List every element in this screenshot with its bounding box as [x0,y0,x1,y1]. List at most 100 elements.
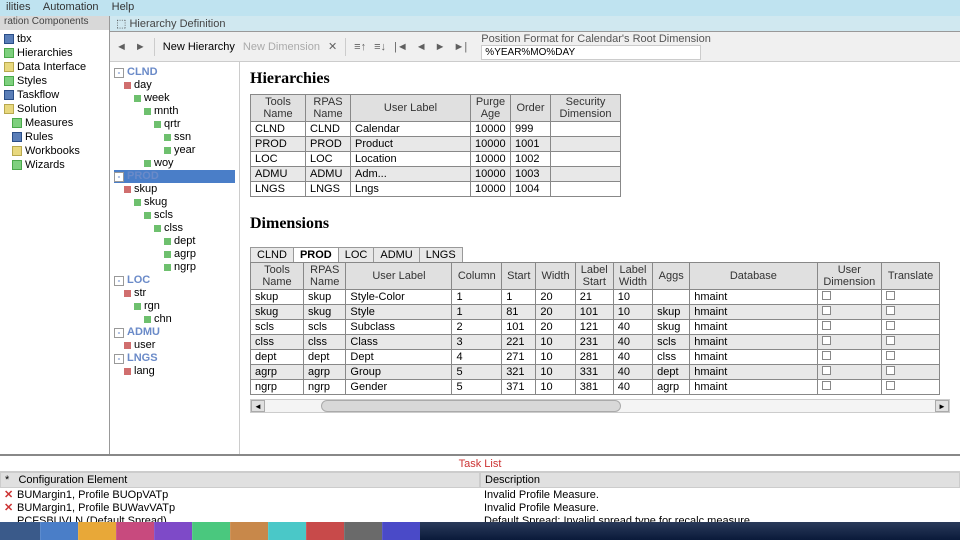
col-header[interactable]: Width [536,263,575,290]
tree-node-str[interactable]: str [114,287,235,300]
taskbar-app-10[interactable] [382,522,420,540]
nav-item-wizards[interactable]: Wizards [4,158,105,172]
next-icon[interactable]: ► [435,41,446,53]
col-header[interactable]: User Label [346,263,452,290]
taskbar-app-2[interactable] [78,522,116,540]
delete-icon[interactable]: ✕ [328,40,337,53]
tree-node-user[interactable]: user [114,339,235,352]
horizontal-scrollbar[interactable]: ◄ ► [250,399,950,413]
hierarchies-table[interactable]: Tools NameRPAS NameUser LabelPurge AgeOr… [250,94,621,197]
tree-node-mnth[interactable]: mnth [114,105,235,118]
tree-node-agrp[interactable]: agrp [114,248,235,261]
posfmt-input[interactable] [481,45,701,60]
tab-loc[interactable]: LOC [338,247,375,262]
tree-node-woy[interactable]: woy [114,157,235,170]
checkbox[interactable] [822,336,831,345]
tree-node-ngrp[interactable]: ngrp [114,261,235,274]
table-row[interactable]: skupskupStyle-Color11202110hmaint [251,290,940,305]
col-header[interactable]: Start [502,263,536,290]
col-header[interactable]: Database [690,263,817,290]
col-header[interactable]: Order [511,95,551,122]
back-icon[interactable]: ◄ [116,41,127,53]
checkbox[interactable] [822,366,831,375]
tree-node-clss[interactable]: clss [114,222,235,235]
nav-item-solution[interactable]: Solution [4,102,105,116]
nav-item-rules[interactable]: Rules [4,130,105,144]
scroll-right-icon[interactable]: ► [935,400,949,412]
checkbox[interactable] [886,291,895,300]
tree-node-chn[interactable]: chn [114,313,235,326]
tree-node-rgn[interactable]: rgn [114,300,235,313]
nav-item-taskflow[interactable]: Taskflow [4,88,105,102]
dimensions-table[interactable]: Tools NameRPAS NameUser LabelColumnStart… [250,262,940,395]
os-taskbar[interactable] [0,522,960,540]
checkbox[interactable] [822,306,831,315]
new-hierarchy-button[interactable]: New Hierarchy [163,41,235,53]
tab-hierarchy-definition[interactable]: ⬚ Hierarchy Definition [116,18,225,30]
col-header[interactable]: Security Dimension [551,95,621,122]
taskbar-app-4[interactable] [154,522,192,540]
taskbar-app-9[interactable] [344,522,382,540]
menu-automation[interactable]: Automation [43,1,99,13]
menu-utilities[interactable]: ilities [6,1,30,13]
task-row[interactable]: ✕BUMargin1, Profile BUOpVATp [0,488,480,501]
taskbar-app-7[interactable] [268,522,306,540]
tree-node-day[interactable]: day [114,79,235,92]
table-row[interactable]: PRODPRODProduct100001001 [251,137,621,152]
taskbar-app-5[interactable] [192,522,230,540]
nav-item-tbx[interactable]: tbx [4,32,105,46]
tree-node-lngs[interactable]: -LNGS [114,352,235,365]
checkbox[interactable] [822,291,831,300]
checkbox[interactable] [886,321,895,330]
col-header[interactable]: Label Width [613,263,652,290]
table-row[interactable]: LOCLOCLocation100001002 [251,152,621,167]
tree-node-admu[interactable]: -ADMU [114,326,235,339]
start-button[interactable] [0,522,40,540]
checkbox[interactable] [886,336,895,345]
menu-help[interactable]: Help [112,1,135,13]
col-header[interactable]: RPAS Name [304,263,346,290]
table-row[interactable]: sclssclsSubclass21012012140skughmaint [251,320,940,335]
scroll-thumb[interactable] [321,400,621,412]
checkbox[interactable] [886,306,895,315]
tree-node-loc[interactable]: -LOC [114,274,235,287]
tree-node-lang[interactable]: lang [114,365,235,378]
nav-item-styles[interactable]: Styles [4,74,105,88]
tab-lngs[interactable]: LNGS [419,247,463,262]
tab-prod[interactable]: PROD [293,247,339,262]
taskbar-app-1[interactable] [40,522,78,540]
taskbar-app-8[interactable] [306,522,344,540]
table-row[interactable]: CLNDCLNDCalendar10000999 [251,122,621,137]
checkbox[interactable] [886,381,895,390]
checkbox[interactable] [822,351,831,360]
table-row[interactable]: agrpagrpGroup53211033140depthmaint [251,365,940,380]
last-icon[interactable]: ►| [454,41,468,53]
checkbox[interactable] [886,351,895,360]
table-row[interactable]: clssclssClass32211023140sclshmaint [251,335,940,350]
table-row[interactable]: LNGSLNGSLngs100001004 [251,182,621,197]
tree-node-skup[interactable]: skup [114,183,235,196]
tab-clnd[interactable]: CLND [250,247,294,262]
tree-node-scls[interactable]: scls [114,209,235,222]
forward-icon[interactable]: ► [135,41,146,53]
new-dimension-button[interactable]: New Dimension [243,41,320,53]
first-icon[interactable]: |◄ [394,41,408,53]
col-header[interactable]: Translate [882,263,940,290]
taskbar-app-6[interactable] [230,522,268,540]
tree-node-prod[interactable]: -PROD [114,170,235,183]
checkbox[interactable] [886,366,895,375]
col-header[interactable]: Purge Age [471,95,511,122]
col-header[interactable]: User Label [351,95,471,122]
tree-node-year[interactable]: year [114,144,235,157]
tree-node-ssn[interactable]: ssn [114,131,235,144]
col-header[interactable]: Aggs [653,263,690,290]
sort-desc-icon[interactable]: ≡↓ [374,41,386,53]
col-header[interactable]: Tools Name [251,95,306,122]
sort-asc-icon[interactable]: ≡↑ [354,41,366,53]
tree-node-qrtr[interactable]: qrtr [114,118,235,131]
scroll-left-icon[interactable]: ◄ [251,400,265,412]
col-header[interactable]: User Dimension [817,263,882,290]
tree-node-clnd[interactable]: -CLND [114,66,235,79]
checkbox[interactable] [822,381,831,390]
table-row[interactable]: deptdeptDept42711028140clsshmaint [251,350,940,365]
